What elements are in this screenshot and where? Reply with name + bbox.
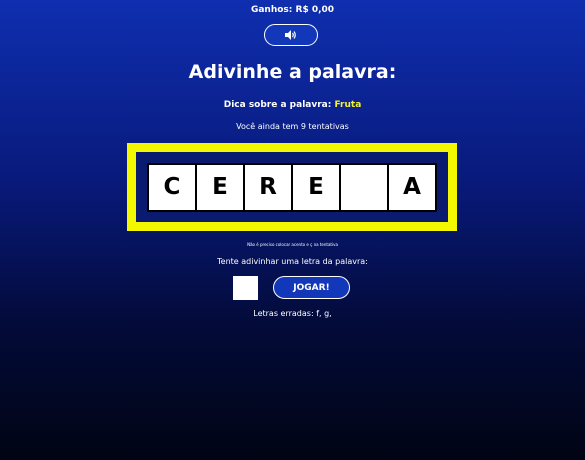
hint-label: Dica sobre a palavra: xyxy=(223,100,332,110)
play-button[interactable]: JOGAR! xyxy=(273,276,350,299)
wrong-letters: Letras erradas: f, g, xyxy=(0,309,585,318)
word-hint: Dica sobre a palavra: Fruta xyxy=(0,100,585,110)
letter-slot: E xyxy=(197,164,243,210)
wrong-letters-value: f, g, xyxy=(316,309,332,318)
letter-slot: A xyxy=(389,164,435,210)
letter-slot xyxy=(341,164,387,210)
sound-toggle-button[interactable] xyxy=(264,24,318,46)
earnings-label: Ganhos: xyxy=(250,5,293,15)
letter-slot: C xyxy=(149,164,195,210)
hint-value: Fruta xyxy=(334,100,362,110)
wrong-letters-label: Letras erradas: xyxy=(253,309,314,318)
guess-prompt: Tente adivinhar uma letra da palavra: xyxy=(217,257,368,266)
attempts-remaining: Você ainda tem 9 tentativas xyxy=(236,122,349,131)
letter-guess-input[interactable] xyxy=(233,276,258,300)
word-board-inner: C E R E A xyxy=(136,152,448,222)
letter-slot: R xyxy=(245,164,291,210)
word-board: C E R E A xyxy=(127,143,457,231)
letter-slots: C E R E A xyxy=(147,162,437,212)
accent-note: Não é preciso colocar acento e ç na tent… xyxy=(247,242,338,247)
earnings-value: R$ 0,00 xyxy=(295,5,335,15)
letter-slot: E xyxy=(293,164,339,210)
speaker-icon xyxy=(285,30,296,40)
earnings-display: Ganhos: R$ 0,00 xyxy=(0,5,585,15)
page-title: Adivinhe a palavra: xyxy=(188,61,397,83)
